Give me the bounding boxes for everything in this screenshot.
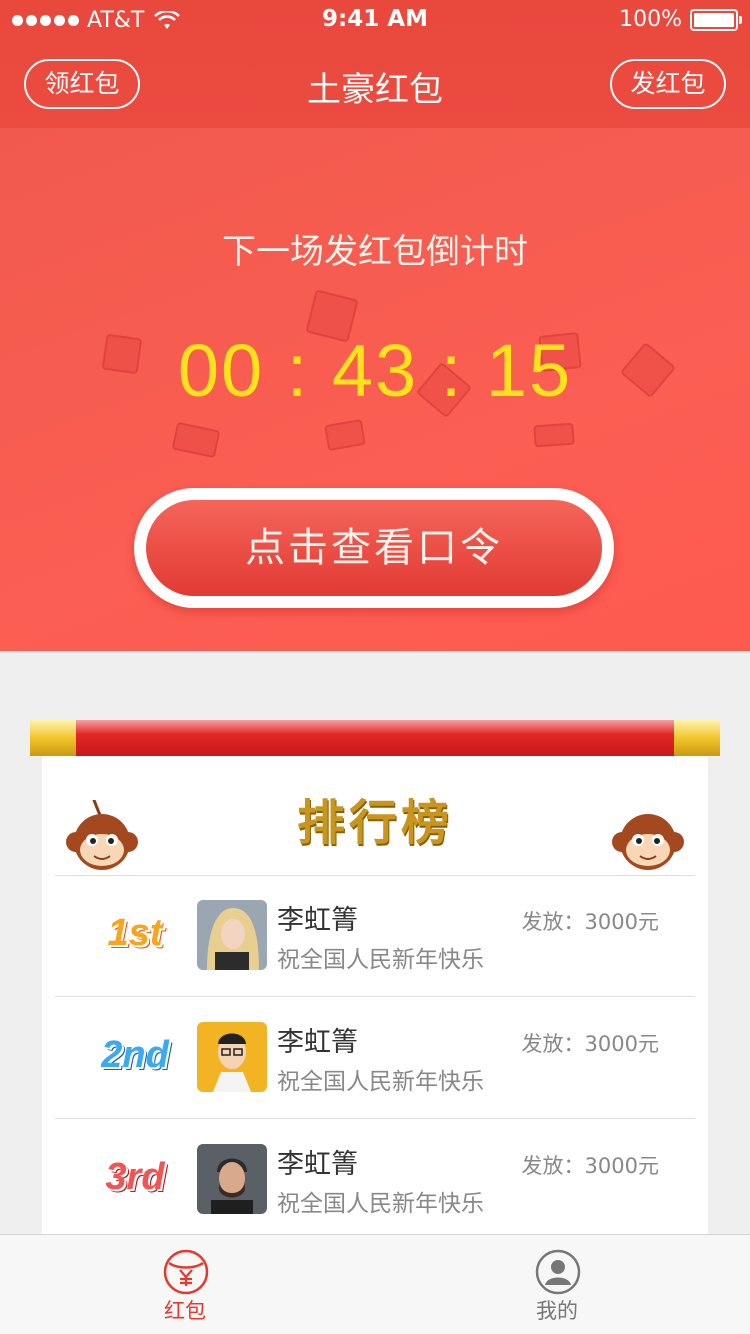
- scroll-cap-right: [674, 720, 720, 756]
- user-message: 祝全国人民新年快乐: [277, 1069, 484, 1095]
- user-name: 李虹箐: [277, 1149, 358, 1180]
- rank-badge: 3rd: [105, 1156, 165, 1198]
- send-hongbao-button[interactable]: 发红包: [610, 59, 726, 109]
- hongbao-icon: [163, 1249, 209, 1295]
- view-password-button[interactable]: 点击查看口令: [146, 500, 602, 596]
- user-message: 祝全国人民新年快乐: [277, 947, 484, 973]
- divider: [55, 1118, 695, 1119]
- ranking-row[interactable]: 1st 李虹箐 祝全国人民新年快乐 发放：3000元: [55, 876, 695, 996]
- tab-hongbao-label: 红包: [164, 1299, 206, 1323]
- user-name: 李虹箐: [277, 905, 358, 936]
- tab-mine-label: 我的: [536, 1299, 578, 1323]
- amount-label: 发放：3000元: [521, 1154, 659, 1178]
- rank-badge: 2nd: [101, 1034, 169, 1076]
- decor-envelope: [533, 422, 575, 448]
- amount-label: 发放：3000元: [521, 910, 659, 934]
- tab-bar: 红包 我的: [0, 1234, 750, 1334]
- tab-hongbao[interactable]: 红包: [125, 1235, 245, 1334]
- user-icon: [535, 1249, 581, 1295]
- decor-envelope: [171, 421, 221, 459]
- battery-icon: [690, 8, 742, 31]
- ranking-row[interactable]: 3rd 李虹箐 祝全国人民新年快乐 发放：3000元: [55, 1120, 695, 1240]
- amount-label: 发放：3000元: [521, 1032, 659, 1056]
- countdown-timer: 00 : 43 : 15: [177, 329, 573, 412]
- tab-mine[interactable]: 我的: [497, 1235, 617, 1334]
- scroll-cap-left: [30, 720, 76, 756]
- avatar: [197, 1144, 267, 1214]
- rank-badge: 1st: [107, 912, 163, 954]
- user-name: 李虹箐: [277, 1027, 358, 1058]
- countdown-hero: 下一场发红包倒计时 00 : 43 : 15 点击查看口令: [0, 128, 750, 651]
- avatar: [197, 1022, 267, 1092]
- ranking-row[interactable]: 2nd 李虹箐 祝全国人民新年快乐 发放：3000元: [55, 998, 695, 1118]
- avatar: [197, 900, 267, 970]
- scroll-rod: [30, 720, 720, 756]
- user-message: 祝全国人民新年快乐: [277, 1191, 484, 1217]
- divider: [55, 996, 695, 997]
- status-bar: AT&T 9:41 AM 100%: [0, 0, 750, 40]
- top-header: AT&T 9:41 AM 100% 领红包 土豪红包 发红包: [0, 0, 750, 128]
- countdown-subtitle: 下一场发红包倒计时: [222, 232, 528, 272]
- decor-envelope: [324, 418, 366, 452]
- ranking-title: 排行榜: [296, 795, 453, 851]
- view-password-button-frame: 点击查看口令: [134, 488, 614, 608]
- battery-percent: 100%: [619, 7, 682, 32]
